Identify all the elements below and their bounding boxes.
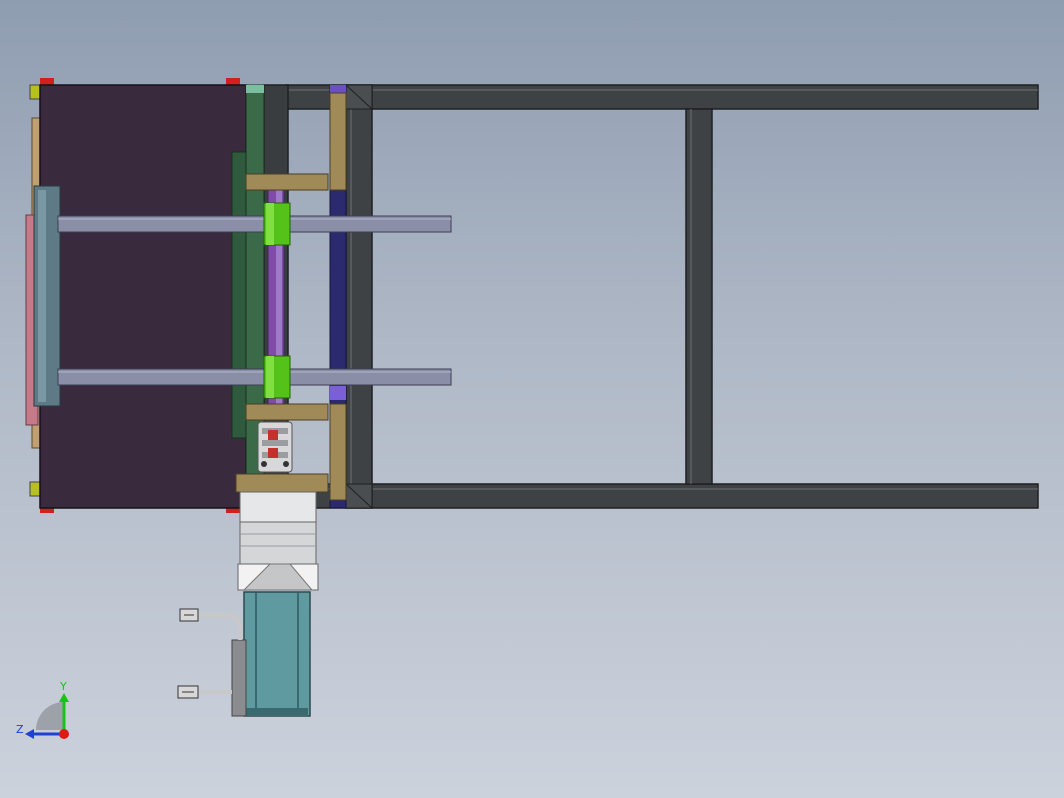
red-clip-top-left (40, 78, 54, 85)
triad-z-arrow (25, 729, 34, 739)
triad-z-label: Z (16, 723, 24, 736)
motor-mount-plate[interactable] (235, 473, 329, 493)
triad-y-label: Y (59, 680, 67, 693)
spacer-cap (246, 85, 264, 93)
slider-block-upper-highlight (266, 203, 274, 245)
motor-connector-box[interactable] (231, 639, 247, 717)
triad-x-axis (59, 729, 69, 739)
guide-rod-upper[interactable] (57, 215, 452, 233)
coupling[interactable] (257, 421, 293, 473)
frame-middle-crossbar[interactable] (685, 108, 713, 485)
red-clip-top-right (226, 78, 240, 85)
cables[interactable] (177, 608, 242, 699)
screw-cap-top (330, 85, 346, 93)
triad-y-arrow (59, 693, 69, 702)
frame-top-beam[interactable] (285, 84, 1039, 110)
coupling-spider-2 (268, 448, 278, 458)
coupling-screw-left (261, 461, 267, 467)
assembly-drawing[interactable]: Y Z (0, 0, 1064, 798)
clamp-bar[interactable] (33, 185, 61, 407)
gusset-top[interactable] (245, 173, 329, 191)
gearbox-body[interactable] (239, 521, 317, 565)
gusset-middle-vertical[interactable] (329, 403, 347, 501)
coupling-screw-right (283, 461, 289, 467)
motor-endcap (246, 708, 308, 716)
cad-viewport[interactable]: Y Z (0, 0, 1064, 798)
slider-block-lower-highlight (266, 356, 274, 398)
servo-motor[interactable] (231, 491, 319, 717)
steel-frame[interactable] (263, 84, 1039, 509)
motor-housing[interactable] (243, 591, 311, 717)
orientation-triad[interactable]: Y Z (16, 680, 69, 739)
guide-rod-lower[interactable] (57, 368, 452, 386)
screw-nut (330, 386, 346, 400)
cable-encoder[interactable] (196, 613, 242, 640)
plate-dark[interactable] (39, 84, 247, 509)
coupling-spider-1 (268, 430, 278, 440)
plate-edge-green (231, 151, 247, 439)
left-mounting-plate[interactable] (25, 78, 265, 513)
triad-quadrant (36, 702, 64, 730)
gusset-top-vertical[interactable] (329, 92, 347, 191)
frame-left-post[interactable] (345, 84, 373, 509)
frame-bottom-beam[interactable] (285, 483, 1039, 509)
clamp-bar-highlight (38, 190, 46, 402)
gusset-middle[interactable] (245, 403, 329, 421)
gearbox-flange[interactable] (239, 491, 317, 523)
coupling-ring-2 (262, 440, 288, 446)
